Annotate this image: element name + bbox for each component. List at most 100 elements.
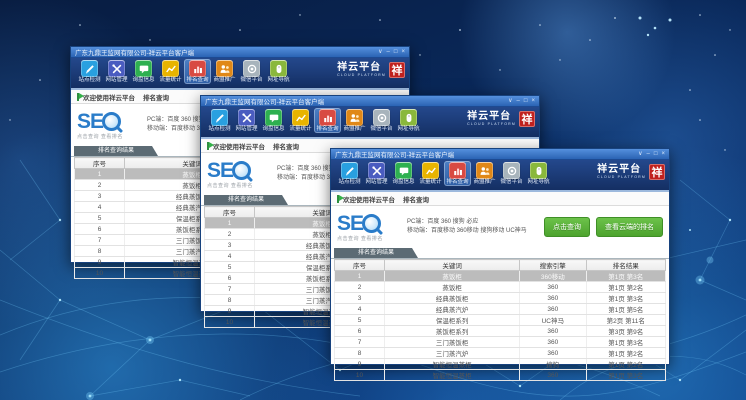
- toolbar-item-label: 询盘信息: [392, 179, 414, 186]
- table-row[interactable]: 6蒸饭柜系列360第3页 第9名: [335, 326, 666, 337]
- toolbar-item-label: 商盟推广: [213, 77, 235, 84]
- welcome-text: 欢迎使用祥云平台: [83, 92, 135, 102]
- toolbar-item-tools[interactable]: 网站管理: [363, 161, 390, 186]
- toolbar-item-tools[interactable]: 网站管理: [103, 59, 130, 84]
- window-controls: ∨ – □ ×: [508, 97, 539, 105]
- query-button[interactable]: 点击查询: [544, 217, 590, 237]
- window-controls: ∨ – □ ×: [638, 150, 669, 158]
- toolbar-item-label: 站点检测: [338, 179, 360, 186]
- toolbar-item-label: 排名查询: [446, 179, 468, 186]
- toolbar-item-label: 网址导航: [267, 77, 289, 84]
- brand-seal-icon: 祥: [649, 164, 665, 180]
- table-row[interactable]: 5保温柜系列UC神马第2页 第11名: [335, 315, 666, 326]
- section-title: 排名查询: [403, 194, 429, 204]
- table-row[interactable]: 8三门蒸汽炉360第1页 第2名: [335, 348, 666, 359]
- toolbar-item-tools[interactable]: 网站管理: [233, 108, 260, 133]
- toolbar-item-line-chart[interactable]: 流量统计: [417, 161, 444, 186]
- section-title: 排名查询: [273, 141, 299, 151]
- table-row[interactable]: 3经典蒸饭柜360第1页 第3名: [335, 293, 666, 304]
- brand: 祥云平台 CLOUD PLATFORM 祥: [467, 111, 535, 127]
- table-row[interactable]: 2蒸饭柜360第1页 第2名: [335, 282, 666, 293]
- toolbar-item-bar-chart[interactable]: 排名查询: [184, 59, 211, 84]
- toolbar-item-line-chart[interactable]: 流量统计: [287, 108, 314, 133]
- tab-rank-results[interactable]: 排名查询结果: [74, 146, 158, 156]
- pencil-icon: [211, 109, 228, 126]
- users-icon: [476, 162, 493, 179]
- toolbar-item-users[interactable]: 商盟推广: [471, 161, 498, 186]
- toolbar-item-label: 排名查询: [186, 77, 208, 84]
- results-table: 序号关键词搜索引擎排名结果 1蒸饭柜360移动第1页 第3名2蒸饭柜360第1页…: [334, 259, 666, 381]
- maximize-icon[interactable]: □: [394, 48, 398, 56]
- brand-name: 祥云平台: [337, 63, 386, 73]
- seo-logo: SE 点击查询 查看排名: [337, 213, 407, 242]
- toolbar-item-line-chart[interactable]: 流量统计: [157, 59, 184, 84]
- table-row[interactable]: 7三门蒸饭柜360第1页 第3名: [335, 337, 666, 348]
- titlebar[interactable]: 广东九鼎王监网有限公司-祥云平台客户端 ∨ – □ ×: [201, 96, 539, 107]
- toolbar-item-users[interactable]: 商盟推广: [341, 108, 368, 133]
- minimize-icon[interactable]: –: [517, 97, 520, 105]
- tools-icon: [108, 60, 125, 77]
- query-buttons: 点击查询 查看云端的排名: [544, 217, 663, 237]
- toolbar-item-ring[interactable]: 微信平台: [368, 108, 395, 133]
- magnifier-icon: [362, 214, 381, 233]
- toolbar-item-label: 商盟推广: [343, 126, 365, 133]
- toolbar-item-mouse[interactable]: 网址导航: [395, 108, 422, 133]
- skin-icon[interactable]: ∨: [508, 97, 512, 105]
- toolbar-item-mouse[interactable]: 网址导航: [265, 59, 292, 84]
- toolbar-items: 站点检测网站管理询盘信息流量统计排名查询商盟推广微信平台网址导航: [336, 161, 552, 186]
- table-row[interactable]: 1蒸饭柜360移动第1页 第3名: [335, 271, 666, 282]
- tab-rank-results[interactable]: 排名查询结果: [204, 195, 288, 205]
- cloud-rank-button[interactable]: 查看云端的排名: [596, 217, 663, 237]
- users-icon: [346, 109, 363, 126]
- tab-rank-results[interactable]: 排名查询结果: [334, 248, 418, 258]
- skin-icon[interactable]: ∨: [638, 150, 642, 158]
- table-row[interactable]: 10智能恒温蒸柜360第1页 第3名: [335, 370, 666, 381]
- brand-seal-icon: 祥: [519, 111, 535, 127]
- maximize-icon[interactable]: □: [654, 150, 658, 158]
- table-body: 1蒸饭柜360移动第1页 第3名2蒸饭柜360第1页 第2名3经典蒸饭柜360第…: [335, 271, 666, 381]
- window-title: 广东九鼎王监网有限公司-祥云平台客户端: [331, 149, 638, 159]
- toolbar-item-pencil[interactable]: 站点检测: [336, 161, 363, 186]
- toolbar-item-pencil[interactable]: 站点检测: [76, 59, 103, 84]
- close-icon[interactable]: ×: [661, 150, 665, 158]
- toolbar-item-bar-chart[interactable]: 排名查询: [444, 161, 471, 186]
- toolbar-items: 站点检测网站管理询盘信息流量统计排名查询商盟推广微信平台网址导航: [206, 108, 422, 133]
- toolbar-item-chat[interactable]: 询盘信息: [130, 59, 157, 84]
- toolbar-item-ring[interactable]: 微信平台: [238, 59, 265, 84]
- pencil-icon: [81, 60, 98, 77]
- ring-icon: [373, 109, 390, 126]
- toolbar-item-label: 商盟推广: [473, 179, 495, 186]
- toolbar-item-label: 网址导航: [397, 126, 419, 133]
- table-row[interactable]: 9智能恒温蒸柜搜狗第1页 第2名: [335, 359, 666, 370]
- skin-icon[interactable]: ∨: [378, 48, 382, 56]
- toolbar-item-users[interactable]: 商盟推广: [211, 59, 238, 84]
- table-row[interactable]: 4经典蒸汽炉360第1页 第5名: [335, 304, 666, 315]
- toolbar: 站点检测网站管理询盘信息流量统计排名查询商盟推广微信平台网址导航 祥云平台 CL…: [201, 107, 539, 139]
- toolbar-item-ring[interactable]: 微信平台: [498, 161, 525, 186]
- maximize-icon[interactable]: □: [524, 97, 528, 105]
- minimize-icon[interactable]: –: [387, 48, 390, 56]
- welcome-text: 欢迎使用祥云平台: [343, 194, 395, 204]
- minimize-icon[interactable]: –: [647, 150, 650, 158]
- toolbar-item-chat[interactable]: 询盘信息: [260, 108, 287, 133]
- toolbar-item-pencil[interactable]: 站点检测: [206, 108, 233, 133]
- flag-icon: [207, 142, 209, 150]
- toolbar-item-label: 微信平台: [240, 77, 262, 84]
- mouse-icon: [270, 60, 287, 77]
- toolbar-item-chat[interactable]: 询盘信息: [390, 161, 417, 186]
- titlebar[interactable]: 广东九鼎王监网有限公司-祥云平台客户端 ∨ – □ ×: [331, 149, 669, 160]
- brand: 祥云平台 CLOUD PLATFORM 祥: [337, 62, 405, 78]
- close-icon[interactable]: ×: [531, 97, 535, 105]
- chat-icon: [135, 60, 152, 77]
- toolbar-item-bar-chart[interactable]: 排名查询: [314, 108, 341, 133]
- query-panel: SE 点击查询 查看排名 PC端：百度 360 搜狗 必应 移动端：百度移动 3…: [331, 206, 669, 248]
- column-header: 关键词: [385, 260, 520, 271]
- desktop-background: 广东九鼎王监网有限公司-祥云平台客户端 ∨ – □ × 站点检测网站管理询盘信息…: [0, 0, 746, 400]
- toolbar-item-label: 网站管理: [365, 179, 387, 186]
- close-icon[interactable]: ×: [401, 48, 405, 56]
- seo-logo-text: SE: [207, 160, 233, 181]
- toolbar-item-label: 微信平台: [500, 179, 522, 186]
- flag-icon: [77, 93, 79, 101]
- titlebar[interactable]: 广东九鼎王监网有限公司-祥云平台客户端 ∨ – □ ×: [71, 47, 409, 58]
- toolbar-item-mouse[interactable]: 网址导航: [525, 161, 552, 186]
